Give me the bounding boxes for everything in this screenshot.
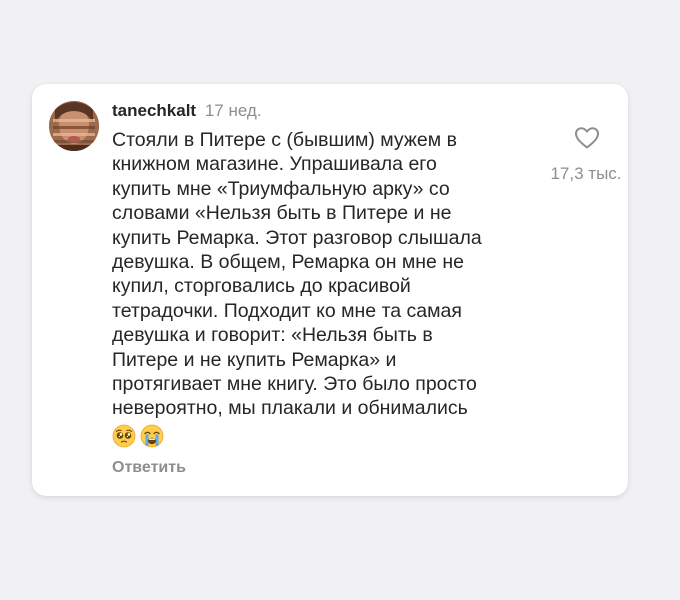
comment-text: Стояли в Питере с (бывшим) мужем в книжн… [112, 129, 482, 420]
pleading-face-icon [112, 424, 136, 448]
comment-card: tanechkalt 17 нед. Стояли в Питере с (бы… [32, 84, 628, 496]
emoji-row [112, 424, 164, 448]
avatar[interactable] [49, 101, 99, 151]
like-count[interactable]: 17,3 тыс. [538, 164, 634, 184]
timestamp[interactable]: 17 нед. [205, 101, 262, 120]
loudly-crying-face-icon [140, 424, 164, 448]
heart-outline-icon [575, 127, 599, 149]
reply-button[interactable]: Ответить [112, 458, 186, 478]
username[interactable]: tanechkalt [112, 101, 196, 120]
avatar-photo [49, 101, 99, 151]
comment-header: tanechkalt 17 нед. [112, 100, 262, 122]
like-button[interactable] [572, 124, 602, 152]
